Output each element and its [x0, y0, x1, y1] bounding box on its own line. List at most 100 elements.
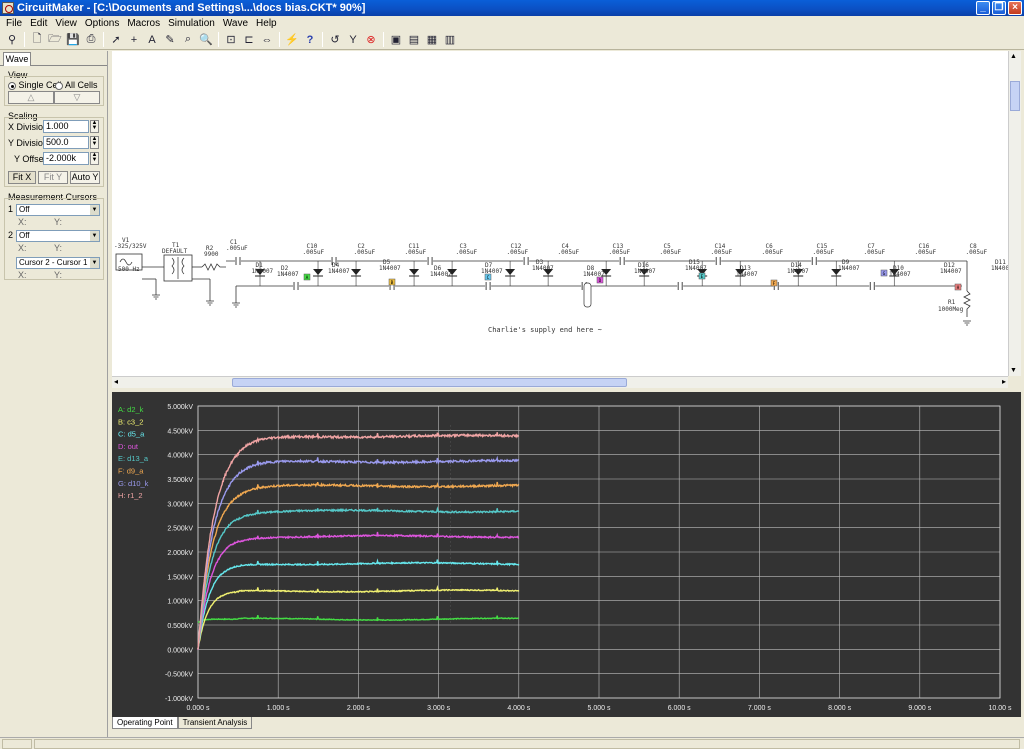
- scroll-left-icon[interactable]: ◂: [114, 377, 118, 386]
- undo-icon[interactable]: ↺: [327, 32, 343, 48]
- tab-operating-point[interactable]: Operating Point: [112, 717, 178, 729]
- capacitor-value: .005uF: [226, 245, 248, 252]
- diode-model: 1N4007: [889, 271, 911, 278]
- source-value: -325/325V: [114, 243, 147, 250]
- tab-transient-analysis[interactable]: Transient Analysis: [177, 717, 253, 729]
- x-tick-label: 7.000 s: [748, 705, 771, 712]
- tab-wave[interactable]: Wave: [3, 52, 31, 66]
- zoom-fit-icon[interactable]: ⊡: [223, 32, 239, 48]
- scroll-down-icon[interactable]: ▼: [1010, 367, 1017, 374]
- probe-marker-b: B: [388, 278, 396, 286]
- hscroll-thumb[interactable]: [232, 378, 627, 387]
- single-cell-radio[interactable]: Single Cell: [8, 80, 62, 90]
- search-icon[interactable]: 🔍: [198, 32, 214, 48]
- capacitor-value: .005uF: [404, 249, 427, 256]
- diode-model: 1N4007: [328, 268, 350, 275]
- diode: [505, 269, 516, 275]
- menu-help[interactable]: Help: [252, 18, 281, 29]
- svg-text:G: G: [883, 271, 886, 277]
- cursor-diff-select[interactable]: Cursor 2 - Cursor 1 ▼: [16, 257, 100, 269]
- y-tick-label: 4.000kV: [167, 453, 193, 460]
- legend-entry: H: r1_2: [118, 491, 143, 500]
- schematic-horizontal-scrollbar[interactable]: ◂ ▸: [112, 376, 1008, 388]
- x-division-spinner[interactable]: ▲ ▼: [90, 120, 99, 133]
- diode: [313, 269, 324, 275]
- svg-text:A: A: [306, 275, 309, 281]
- text-icon[interactable]: A: [144, 32, 160, 48]
- all-cells-radio[interactable]: All Cells: [55, 80, 98, 90]
- y-offset-field[interactable]: -2.000k: [43, 152, 89, 165]
- y-offset-spinner[interactable]: ▲ ▼: [90, 152, 99, 165]
- fit-y-button[interactable]: Fit Y: [38, 171, 68, 184]
- pointer-icon[interactable]: ➚: [108, 32, 124, 48]
- source-frequency: 500 Hz: [118, 266, 140, 273]
- x-tick-label: 4.000 s: [507, 705, 530, 712]
- pan-icon[interactable]: ⇔: [259, 32, 275, 48]
- toolbar: ⚲ 🗋 🗁 💾 ⎙ ➚ + A ✎ ⌕ 🔍 ⊡ ⊏ ⇔ ⚡ ? ↺ Y ⊗ ▣ …: [0, 30, 1024, 50]
- help-icon[interactable]: ?: [302, 32, 318, 48]
- zoom-icon[interactable]: ⌕: [180, 32, 196, 48]
- save-icon[interactable]: 💾: [65, 32, 81, 48]
- legend-entry: D: out: [118, 442, 139, 451]
- y-tick-label: 2.000kV: [167, 550, 193, 557]
- y-tick-label: 0.000kV: [167, 647, 193, 654]
- probe-icon[interactable]: ⚲: [4, 32, 20, 48]
- capacitor-value: .005uF: [302, 249, 325, 256]
- window-cascade-icon[interactable]: ▤: [406, 32, 422, 48]
- r1-label: R1: [948, 299, 956, 306]
- svg-text:D: D: [599, 278, 602, 284]
- diff-y-label: Y:: [54, 270, 63, 280]
- cell-down-button[interactable]: ▽: [54, 91, 100, 104]
- cursor2-select[interactable]: Off ▼: [16, 230, 100, 242]
- app-icon: [2, 2, 14, 14]
- resistor-r1: [963, 290, 971, 317]
- status-cell: [2, 739, 32, 749]
- waveform-viewer[interactable]: 0.000 s 1.000 s 2.000 s 3.000 s 4.000 s 5.000…: [112, 392, 1021, 717]
- scroll-right-icon[interactable]: ▸: [1002, 377, 1006, 386]
- probe-marker-c: C: [484, 273, 492, 281]
- window-grid-icon[interactable]: ▦: [424, 32, 440, 48]
- print-icon[interactable]: ⎙: [83, 32, 99, 48]
- ground-icon: [963, 320, 971, 326]
- wire-icon[interactable]: +: [126, 32, 142, 48]
- window-tile-icon[interactable]: ▣: [388, 32, 404, 48]
- fit-x-button[interactable]: Fit X: [8, 171, 36, 184]
- x-tick-label: 8.000 s: [828, 705, 851, 712]
- auto-y-button[interactable]: Auto Y: [70, 171, 100, 184]
- ground-icon: [232, 302, 240, 308]
- menu-wave[interactable]: Wave: [219, 18, 252, 29]
- menu-options[interactable]: Options: [81, 18, 123, 29]
- menu-macros[interactable]: Macros: [123, 18, 164, 29]
- probe-pen-icon[interactable]: ✎: [162, 32, 178, 48]
- menu-view[interactable]: View: [51, 18, 81, 29]
- cursor1-select[interactable]: Off ▼: [16, 204, 100, 216]
- digital-probe-icon[interactable]: Y: [345, 32, 361, 48]
- schematic-canvas[interactable]: ABCDEFGH V1 -325/325V 500 Hz T1 DEFAULT …: [112, 51, 1013, 376]
- stop-icon[interactable]: ⊗: [363, 32, 379, 48]
- y-division-spinner[interactable]: ▲ ▼: [90, 136, 99, 149]
- restore-button[interactable]: ❐: [992, 1, 1006, 15]
- minimize-button[interactable]: _: [976, 1, 990, 15]
- new-file-icon[interactable]: 🗋: [29, 32, 45, 48]
- schematic-vertical-scrollbar[interactable]: ▲ ▼: [1008, 51, 1021, 376]
- scroll-up-icon[interactable]: ▲: [1010, 53, 1017, 60]
- cell-up-button[interactable]: △: [8, 91, 54, 104]
- y-division-field[interactable]: 500.0: [43, 136, 89, 149]
- x-division-field[interactable]: 1.000: [43, 120, 89, 133]
- svg-text:E: E: [701, 274, 704, 280]
- menu-edit[interactable]: Edit: [26, 18, 51, 29]
- menu-simulation[interactable]: Simulation: [164, 18, 219, 29]
- window-split-icon[interactable]: ▥: [442, 32, 458, 48]
- zoom-prev-icon[interactable]: ⊏: [241, 32, 257, 48]
- open-folder-icon[interactable]: 🗁: [47, 32, 63, 48]
- y-tick-label: 0.500kV: [167, 623, 193, 630]
- probe-marker-h: H: [954, 283, 962, 291]
- graph-icon[interactable]: ⚡: [284, 32, 300, 48]
- capacitor-value: .005uF: [557, 249, 580, 256]
- close-button[interactable]: ×: [1008, 1, 1022, 15]
- vscroll-thumb[interactable]: [1010, 81, 1020, 111]
- ground-icon: [152, 294, 160, 300]
- waveform-plot: 0.000 s 1.000 s 2.000 s 3.000 s 4.000 s 5.000…: [118, 404, 1012, 712]
- diode-model: 1N4007: [940, 268, 962, 275]
- menu-file[interactable]: File: [2, 18, 26, 29]
